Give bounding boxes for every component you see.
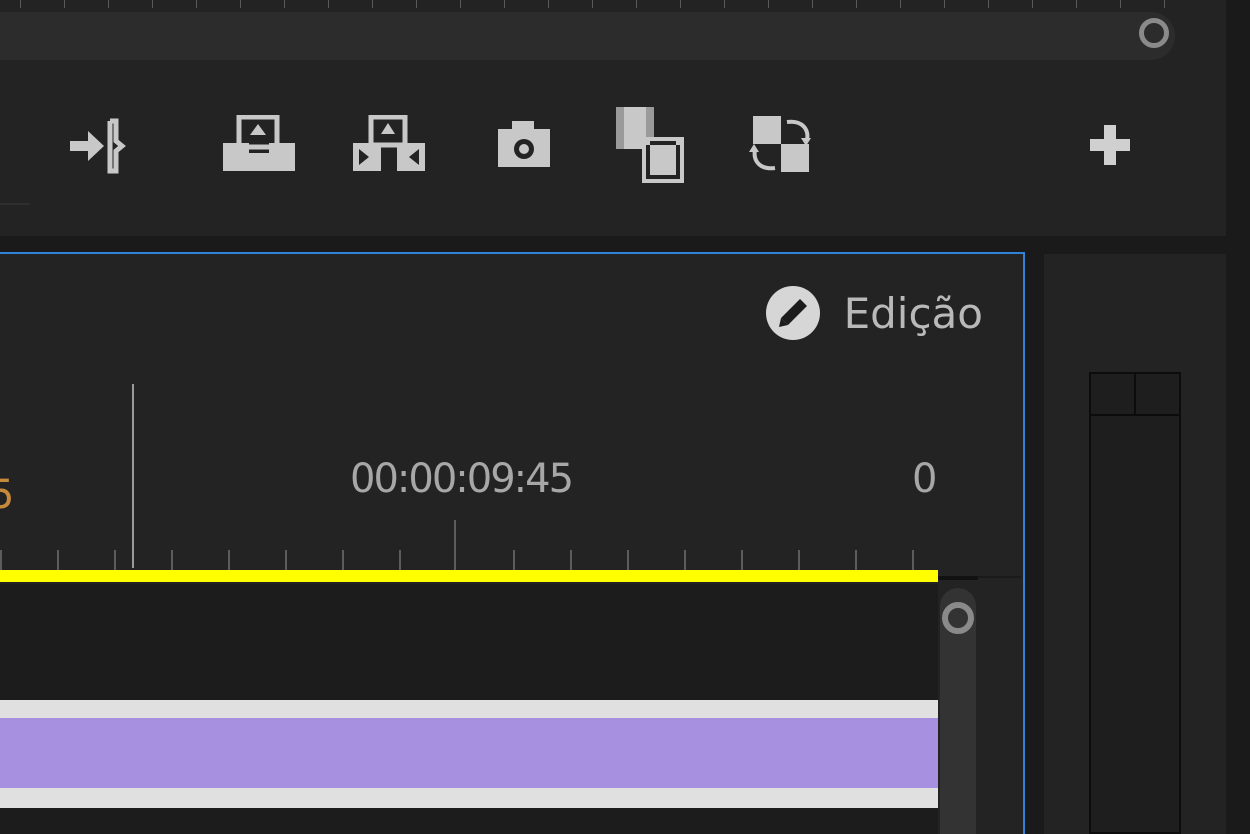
ruler-tick: [454, 520, 456, 572]
lift-icon: [223, 115, 295, 171]
ruler-tick: [372, 0, 373, 8]
ruler-tick: [900, 0, 901, 8]
go-to-out-point-icon: [70, 118, 126, 174]
ruler-tick: [285, 550, 287, 572]
audio-meter: [1089, 372, 1181, 834]
plus-icon: [1090, 125, 1130, 165]
ruler-tick: [1032, 0, 1033, 8]
transport-controls: [0, 100, 1226, 200]
ruler-tick: [592, 0, 593, 8]
ruler-tick: [0, 550, 2, 572]
comparison-view-icon: [616, 107, 684, 183]
extract-icon: [353, 115, 425, 171]
work-area-bar[interactable]: [0, 570, 938, 582]
pencil-icon: [765, 286, 820, 340]
timeline-panel[interactable]: Edição 5 00:00:09:45 0: [0, 252, 1025, 834]
ruler-tick: [944, 0, 945, 8]
toggle-proxies-icon: [749, 116, 811, 172]
camera-icon: [498, 121, 550, 167]
ruler-tick: [284, 0, 285, 8]
ruler-tick: [399, 550, 401, 572]
ruler-tick: [724, 0, 725, 8]
ruler-tick: [798, 550, 800, 572]
ruler-tick: [228, 550, 230, 572]
ruler-tick: [20, 0, 21, 8]
time-ruler-area[interactable]: 5 00:00:09:45 0: [0, 384, 1021, 574]
ruler-tick: [684, 550, 686, 572]
ruler-tick: [64, 0, 65, 8]
monitor-ruler[interactable]: [0, 0, 1226, 10]
toggle-proxies-button[interactable]: [745, 100, 817, 190]
ruler-tick: [196, 0, 197, 8]
ruler-tick: [460, 0, 461, 8]
ruler-divider: [978, 576, 1021, 578]
work-area-end: [938, 576, 978, 580]
ruler-tick: [636, 0, 637, 8]
time-ruler[interactable]: [0, 512, 1021, 572]
monitor-zoom-scrollbar[interactable]: [0, 12, 1175, 60]
ruler-tick: [812, 0, 813, 8]
go-to-out-point-button[interactable]: [60, 100, 132, 190]
ruler-tick: [1076, 0, 1077, 8]
program-monitor: [0, 0, 1226, 236]
lift-button[interactable]: [215, 100, 303, 190]
ruler-tick: [570, 550, 572, 572]
meter-peak-indicators[interactable]: [1091, 374, 1179, 416]
ruler-tick: [114, 550, 116, 572]
ruler-tick: [1164, 0, 1165, 8]
ruler-tick: [57, 550, 59, 572]
ruler-tick: [328, 0, 329, 8]
ruler-tick: [240, 0, 241, 8]
vertical-scrollbar-handle[interactable]: [942, 602, 974, 634]
meter-cap-divider: [1134, 374, 1136, 414]
ruler-tick: [855, 550, 857, 572]
ruler-tick: [1120, 0, 1121, 8]
export-frame-button[interactable]: [490, 100, 558, 190]
ruler-tick: [171, 550, 173, 572]
ruler-tick: [548, 0, 549, 8]
ruler-timecode: 00:00:09:45: [350, 456, 574, 502]
ruler-tick: [856, 0, 857, 8]
audio-clip[interactable]: [0, 700, 938, 808]
edit-mode-label: Edição: [843, 288, 983, 338]
ruler-tick: [342, 550, 344, 572]
ruler-tick: [152, 0, 153, 8]
track-area[interactable]: [0, 584, 938, 834]
monitor-divider: [0, 203, 30, 205]
edit-mode-indicator[interactable]: Edição: [765, 286, 983, 340]
ruler-tick: [513, 550, 515, 572]
premiere-workspace: Edição 5 00:00:09:45 0: [0, 0, 1250, 834]
ruler-tick: [627, 550, 629, 572]
ruler-tick: [768, 0, 769, 8]
ruler-tick: [680, 0, 681, 8]
button-editor-plus[interactable]: [1080, 100, 1140, 190]
audio-clip-body: [0, 718, 938, 788]
ruler-tick: [741, 550, 743, 572]
ruler-end-label: 0: [912, 456, 938, 502]
zoom-scrollbar-handle[interactable]: [1139, 18, 1169, 48]
timeline-vertical-scrollbar[interactable]: [940, 588, 976, 834]
ruler-tick: [504, 0, 505, 8]
ruler-tick: [416, 0, 417, 8]
ruler-tick: [988, 0, 989, 8]
audio-meters-panel: [1044, 254, 1226, 834]
ruler-tick: [108, 0, 109, 8]
extract-button[interactable]: [345, 100, 433, 190]
comparison-view-button[interactable]: [608, 100, 692, 190]
ruler-tick: [912, 550, 914, 572]
